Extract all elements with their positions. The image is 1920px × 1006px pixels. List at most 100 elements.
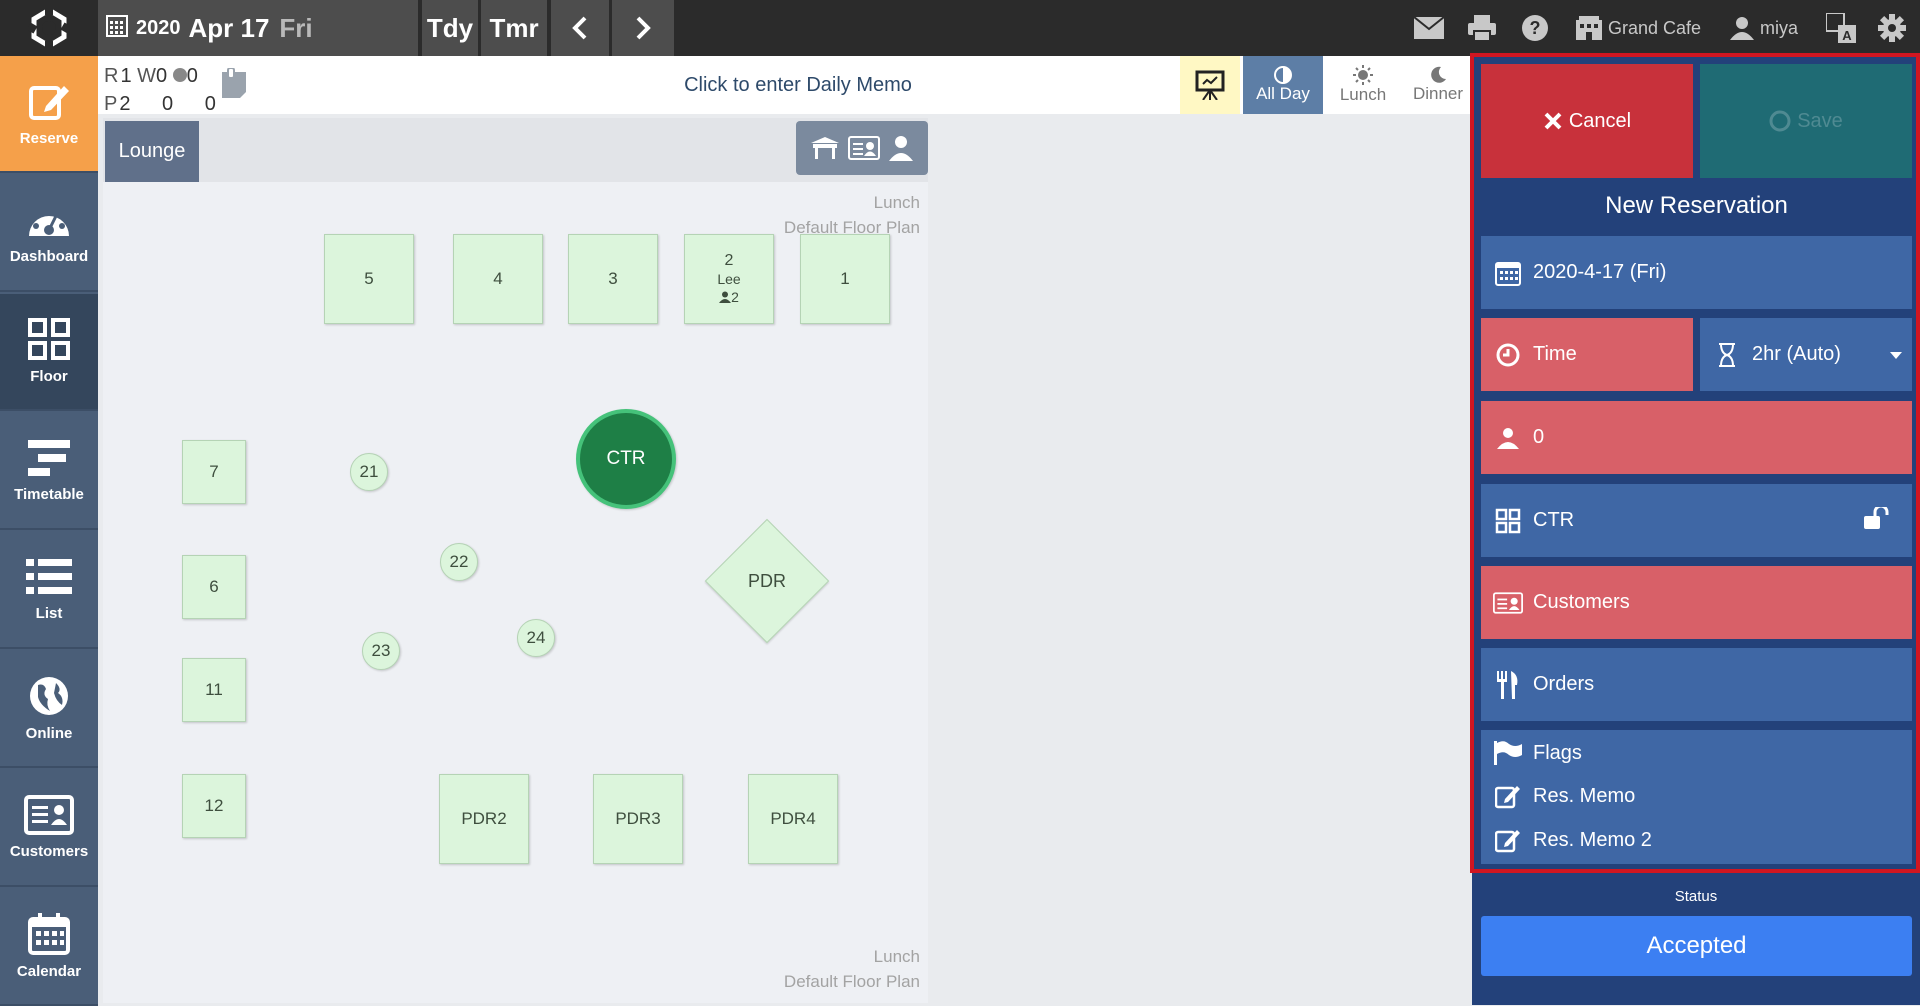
- gear-icon[interactable]: [1878, 12, 1906, 44]
- date-selector[interactable]: 2020 Apr 17 Fri: [98, 0, 418, 56]
- sidebar-item-customers[interactable]: Customers: [0, 770, 98, 887]
- sidebar-item-floor[interactable]: Floor: [0, 294, 98, 411]
- logo-icon[interactable]: [0, 0, 98, 56]
- shift-all-day[interactable]: All Day: [1243, 56, 1323, 114]
- table-21[interactable]: 21: [350, 453, 388, 491]
- table-24[interactable]: 24: [517, 619, 555, 657]
- store-icon: [1576, 16, 1602, 40]
- sidebar-item-reserve[interactable]: Reserve: [0, 56, 98, 173]
- status-label: Status: [1674, 888, 1718, 905]
- shift-lunch[interactable]: Lunch: [1323, 56, 1403, 114]
- person-view-icon[interactable]: [889, 135, 914, 161]
- table-3[interactable]: 3: [568, 234, 658, 324]
- globe-icon: [30, 677, 68, 715]
- moon-icon: [1431, 66, 1446, 83]
- table-label: 11: [205, 680, 223, 699]
- table-label: 5: [364, 269, 374, 288]
- table-label: 7: [209, 462, 219, 481]
- gauge-icon: [29, 206, 69, 236]
- floor-plan-label-top: Lunch Default Floor Plan: [784, 190, 920, 240]
- table-5[interactable]: 5: [324, 234, 414, 324]
- help-icon[interactable]: ?: [1522, 12, 1548, 44]
- translate-icon[interactable]: A: [1826, 12, 1856, 44]
- id-card-view-icon[interactable]: [847, 136, 880, 160]
- prev-day-button[interactable]: [551, 0, 609, 56]
- w-label: W: [137, 65, 157, 87]
- sidebar-item-label: Reserve: [19, 130, 79, 147]
- table-label: PDR3: [615, 809, 661, 828]
- w-count: 0: [156, 65, 168, 87]
- next-day-button[interactable]: [612, 0, 674, 56]
- chevron-left-icon: [572, 16, 587, 40]
- sidebar-item-label: Customers: [9, 843, 89, 860]
- projector-screen-icon: [1195, 70, 1225, 100]
- form-highlight-frame: [1470, 53, 1920, 873]
- grid-icon: [28, 318, 70, 360]
- presentation-button[interactable]: [1180, 56, 1240, 114]
- table-pdr4[interactable]: PDR4: [748, 774, 838, 864]
- table-23[interactable]: 23: [362, 632, 400, 670]
- store-selector[interactable]: Grand Cafe: [1576, 12, 1701, 44]
- o-count: 0: [186, 65, 198, 87]
- sidebar-item-label: Floor: [30, 368, 68, 385]
- svg-text:A: A: [1842, 28, 1852, 43]
- top-bar: 2020 Apr 17 Fri Tdy Tmr ? Grand Cafe miy…: [0, 0, 1920, 56]
- table-4[interactable]: 4: [453, 234, 543, 324]
- tab-lounge[interactable]: Lounge: [105, 121, 199, 182]
- mail-icon[interactable]: [1414, 12, 1444, 44]
- daily-memo-input[interactable]: Click to enter Daily Memo: [498, 56, 1098, 114]
- r-count: 1: [120, 65, 132, 87]
- p-count-2: 0: [162, 93, 174, 115]
- table-22[interactable]: 22: [440, 543, 478, 581]
- sidebar-item-dashboard[interactable]: Dashboard: [0, 175, 98, 292]
- table-7[interactable]: 7: [182, 440, 246, 504]
- sidebar-item-calendar[interactable]: Calendar: [0, 889, 98, 1006]
- table-label: CTR: [606, 448, 646, 469]
- sidebar-item-online[interactable]: Online: [0, 651, 98, 768]
- sidebar: Reserve Dashboard Floor Timetable List O…: [0, 56, 98, 1006]
- table-11[interactable]: 11: [182, 658, 246, 722]
- table-label: 12: [204, 796, 224, 815]
- sidebar-item-timetable[interactable]: Timetable: [0, 413, 98, 530]
- table-pdr2[interactable]: PDR2: [439, 774, 529, 864]
- p-label: P: [104, 93, 118, 115]
- people-icon: [719, 291, 732, 303]
- reservation-counts: R1 W0 0 P2 0 0: [104, 62, 216, 118]
- clipboard-icon[interactable]: [220, 67, 248, 103]
- online-small-icon: [172, 62, 187, 90]
- user-menu[interactable]: miya: [1730, 12, 1798, 44]
- svg-text:?: ?: [1530, 18, 1541, 38]
- weekday-text: Fri: [279, 12, 313, 43]
- r-label: R: [104, 65, 119, 87]
- table-label: PDR2: [461, 809, 507, 828]
- table-pdr[interactable]: PDR: [723, 537, 811, 625]
- party-count: 2: [731, 289, 739, 305]
- view-mode-buttons[interactable]: [796, 121, 928, 175]
- sidebar-item-label: Dashboard: [9, 248, 89, 265]
- tomorrow-button[interactable]: Tmr: [481, 0, 547, 56]
- sidebar-item-list[interactable]: List: [0, 532, 98, 649]
- printer-icon[interactable]: [1468, 12, 1496, 44]
- table-12[interactable]: 12: [182, 774, 246, 838]
- table-label: 21: [359, 462, 379, 481]
- edit-icon: [29, 86, 69, 120]
- table-1[interactable]: 1: [800, 234, 890, 324]
- today-button[interactable]: Tdy: [422, 0, 478, 56]
- sun-icon: [1353, 65, 1373, 85]
- table-label: 24: [526, 628, 546, 647]
- table-ctr[interactable]: CTR: [576, 409, 676, 509]
- month-day-text: Apr 17: [188, 12, 270, 43]
- sidebar-item-label: Timetable: [14, 486, 84, 503]
- table-2[interactable]: 2 Lee 2: [684, 234, 774, 324]
- table-view-icon[interactable]: [810, 137, 839, 159]
- table-pdr3[interactable]: PDR3: [593, 774, 683, 864]
- shift-label: Lunch: [1339, 85, 1387, 104]
- shift-dinner[interactable]: Dinner: [1398, 56, 1478, 114]
- p-count-3: 0: [204, 93, 216, 115]
- table-label: 23: [371, 641, 391, 660]
- status-accepted-button[interactable]: Accepted: [1481, 916, 1912, 976]
- table-6[interactable]: 6: [182, 555, 246, 619]
- sidebar-item-label: List: [35, 605, 63, 622]
- calendar-grid-icon: [106, 14, 128, 42]
- chevron-right-icon: [636, 16, 651, 40]
